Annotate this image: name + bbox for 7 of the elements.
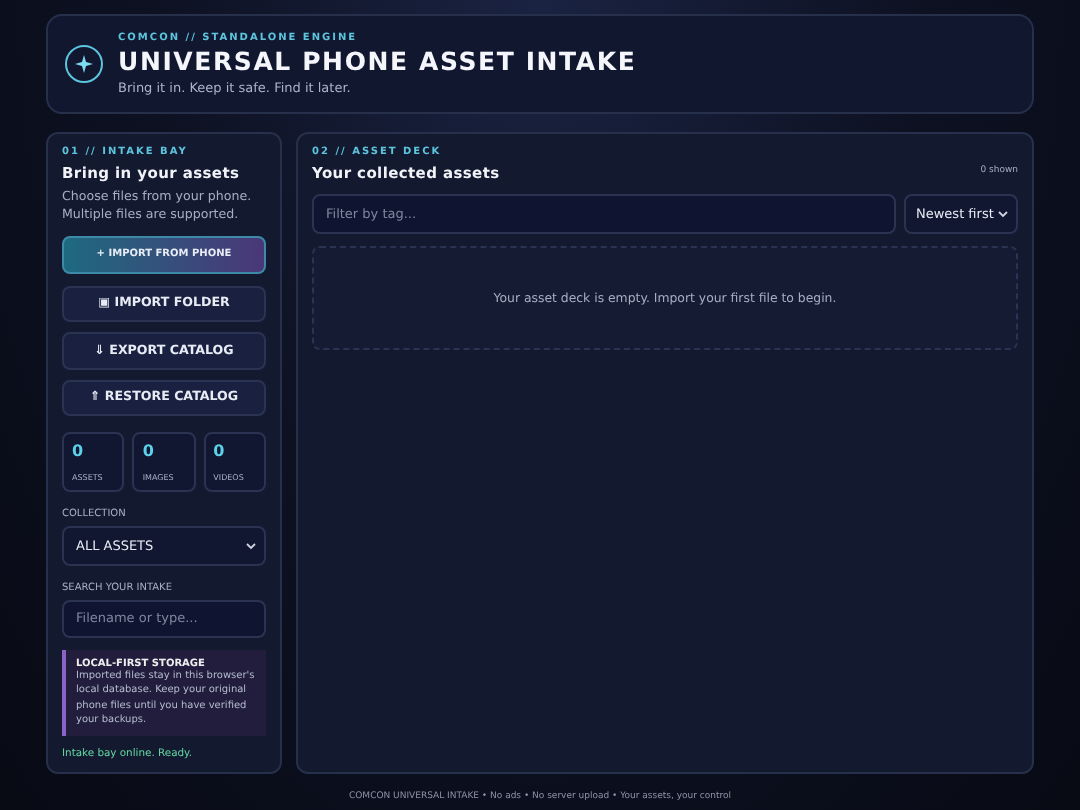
stat-value: 0	[72, 442, 84, 461]
stat-value: 0	[213, 442, 225, 461]
sparkle-logo-icon	[64, 44, 104, 84]
chevron-down-icon	[998, 210, 1008, 218]
app-title: UNIVERSAL PHONE ASSET INTAKE	[118, 46, 637, 76]
chevron-down-icon	[246, 541, 256, 550]
stat-value: 0	[142, 442, 154, 461]
